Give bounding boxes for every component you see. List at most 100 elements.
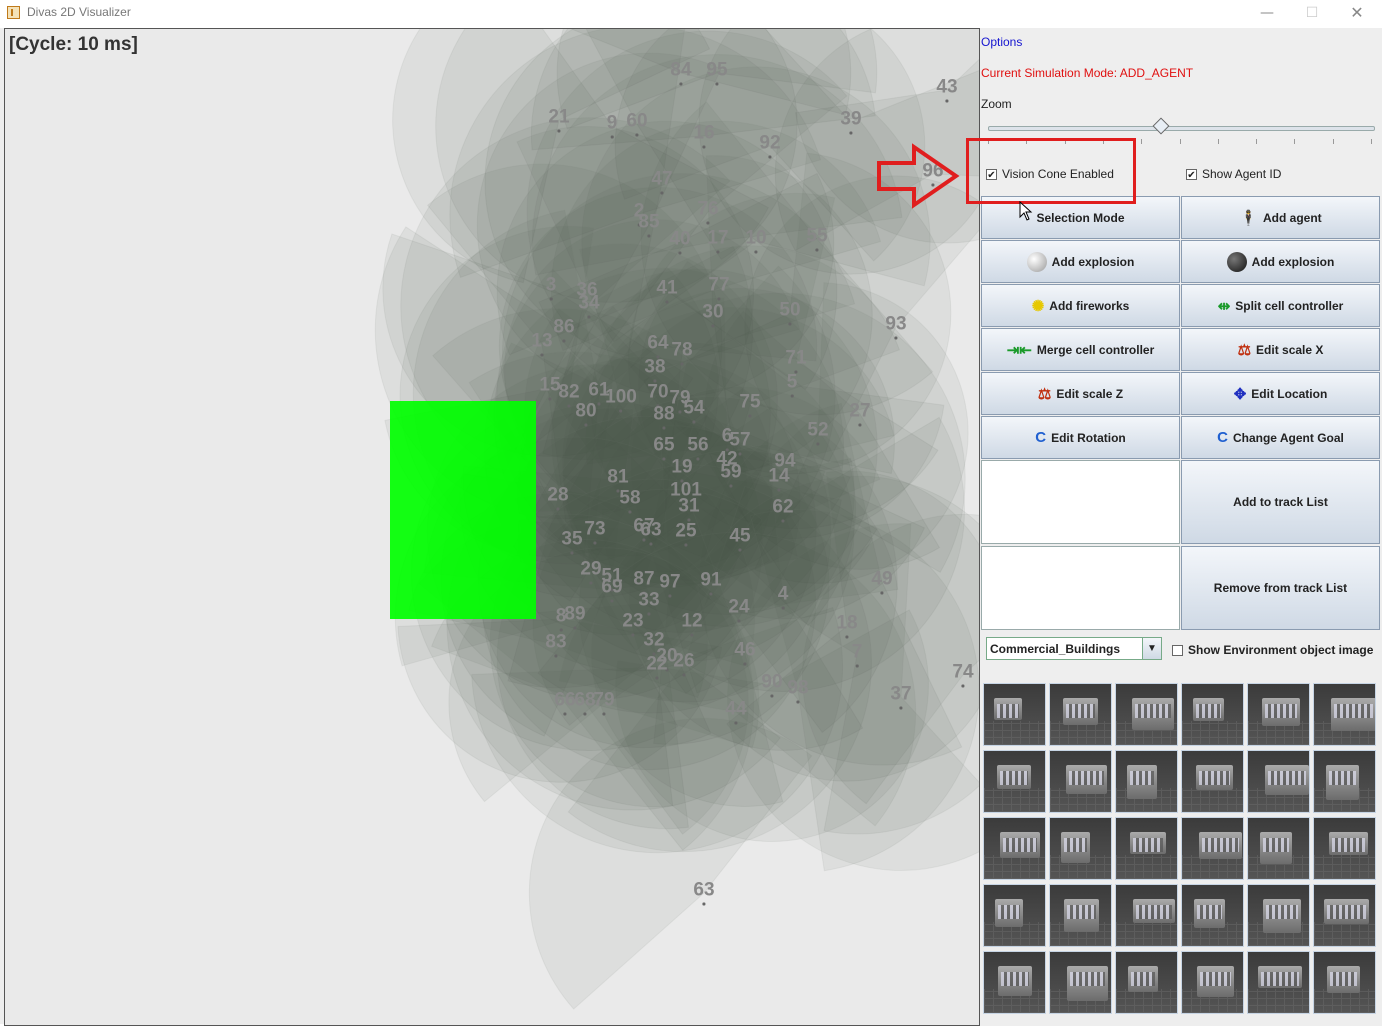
environment-object-green[interactable] — [390, 401, 536, 619]
building-thumbnail[interactable] — [1313, 750, 1376, 813]
agent-marker[interactable]: 86 — [553, 317, 575, 343]
agent-marker[interactable]: 22 — [646, 654, 668, 680]
show-env-image-checkbox[interactable]: Show Environment object image — [1172, 642, 1373, 658]
building-thumbnail[interactable] — [1049, 683, 1112, 746]
agent-marker[interactable]: 84 — [670, 60, 692, 86]
remove-from-track-list-button[interactable]: Remove from track List — [1181, 546, 1380, 630]
agent-marker[interactable]: 7 — [852, 642, 862, 668]
agent-marker[interactable]: 52 — [807, 420, 829, 446]
agent-marker[interactable]: 15 — [539, 375, 561, 401]
agent-marker[interactable]: 64 — [647, 333, 669, 359]
agent-marker[interactable]: 4 — [778, 584, 788, 610]
building-thumbnail[interactable] — [1181, 884, 1244, 947]
agent-marker[interactable]: 91 — [700, 570, 722, 596]
agent-marker[interactable]: 55 — [806, 226, 828, 252]
agent-marker[interactable]: 98 — [787, 678, 809, 704]
agent-marker[interactable]: 18 — [836, 613, 858, 639]
agent-marker[interactable]: 75 — [739, 392, 761, 418]
building-thumbnail[interactable] — [1247, 750, 1310, 813]
agent-marker[interactable]: 80 — [575, 401, 597, 427]
change-agent-goal-button[interactable]: C Change Agent Goal — [1181, 416, 1380, 459]
agent-marker[interactable]: 69 — [601, 577, 623, 603]
add-agent-button[interactable]: 🕴 Add agent — [1181, 196, 1380, 239]
merge-cell-button[interactable]: ⇥⇤ Merge cell controller — [981, 328, 1180, 371]
agent-marker[interactable]: 21 — [548, 107, 570, 133]
agent-marker[interactable]: 3 — [546, 275, 556, 301]
agent-marker[interactable]: 38 — [644, 357, 666, 383]
agent-marker[interactable]: 59 — [720, 462, 742, 488]
agent-marker[interactable]: 30 — [702, 302, 724, 328]
edit-rotation-button[interactable]: C Edit Rotation — [981, 416, 1180, 459]
building-thumbnail[interactable] — [1049, 951, 1112, 1014]
building-thumbnail[interactable] — [1115, 683, 1178, 746]
agent-marker[interactable]: 78 — [671, 340, 693, 366]
agent-marker[interactable]: 39 — [840, 109, 862, 135]
edit-scale-z-button[interactable]: ⚖ Edit scale Z — [981, 372, 1180, 415]
maximize-button[interactable]: ☐ — [1290, 2, 1334, 24]
agent-marker[interactable]: 74 — [952, 662, 974, 688]
building-thumbnail[interactable] — [1247, 951, 1310, 1014]
agent-marker[interactable]: 95 — [706, 60, 728, 86]
agent-marker[interactable]: 93 — [885, 314, 907, 340]
agent-marker[interactable]: 63 — [640, 520, 662, 546]
agent-marker[interactable]: 47 — [651, 169, 673, 195]
building-thumbnail[interactable] — [1049, 884, 1112, 947]
show-env-image-check-icon[interactable] — [1172, 644, 1183, 656]
agent-marker[interactable]: 17 — [707, 228, 729, 254]
agent-marker[interactable]: 90 — [761, 672, 783, 698]
building-thumbnail[interactable] — [1313, 817, 1376, 880]
building-thumbnail[interactable] — [983, 750, 1046, 813]
agent-marker[interactable]: 88 — [653, 404, 675, 430]
building-thumbnail[interactable] — [1181, 951, 1244, 1014]
building-thumbnail[interactable] — [1181, 817, 1244, 880]
building-thumbnail[interactable] — [983, 951, 1046, 1014]
simulation-canvas[interactable]: 84 95 43 21 9 60 16 39 92 96 47 2 85 76 40 17 10 55 3 36 34 4… — [4, 28, 980, 1026]
agent-marker[interactable]: 27 — [849, 401, 871, 427]
close-button[interactable]: ✕ — [1335, 2, 1379, 24]
building-thumbnail[interactable] — [1313, 683, 1376, 746]
building-thumbnail[interactable] — [1115, 951, 1178, 1014]
building-thumbnail[interactable] — [983, 817, 1046, 880]
agent-marker[interactable]: 100 — [605, 387, 637, 413]
add-explosion-button-black[interactable]: Add explosion — [1181, 240, 1380, 283]
building-thumbnail[interactable] — [1049, 817, 1112, 880]
agent-marker[interactable]: 34 — [578, 293, 600, 319]
building-thumbnail[interactable] — [1247, 683, 1310, 746]
agent-marker[interactable]: 5 — [787, 372, 797, 398]
agent-marker[interactable]: 16 — [693, 123, 715, 149]
category-dropdown[interactable]: Commercial_Buildings ▼ — [986, 637, 1162, 660]
agent-marker[interactable]: 62 — [772, 497, 794, 523]
agent-list-box[interactable] — [981, 460, 1180, 544]
agent-marker[interactable]: 25 — [675, 521, 697, 547]
add-to-track-list-button[interactable]: Add to track List — [1181, 460, 1380, 544]
building-thumbnail[interactable] — [1247, 884, 1310, 947]
add-fireworks-button[interactable]: ✺ Add fireworks — [981, 284, 1180, 327]
minimize-button[interactable]: — — [1245, 2, 1289, 24]
agent-marker[interactable]: 10 — [745, 228, 767, 254]
agent-marker[interactable]: 50 — [779, 300, 801, 326]
building-thumbnail[interactable] — [1181, 750, 1244, 813]
agent-marker[interactable]: 92 — [759, 133, 781, 159]
agent-marker[interactable]: 77 — [708, 275, 730, 301]
agent-marker[interactable]: 97 — [659, 572, 681, 598]
building-thumbnail[interactable] — [983, 683, 1046, 746]
split-cell-button[interactable]: ⇹ Split cell controller — [1181, 284, 1380, 327]
building-thumbnail[interactable] — [1313, 951, 1376, 1014]
building-thumbnail[interactable] — [1313, 884, 1376, 947]
agent-marker[interactable]: 58 — [619, 488, 641, 514]
chevron-down-icon[interactable]: ▼ — [1142, 638, 1161, 659]
agent-marker[interactable]: 68 — [574, 690, 596, 716]
agent-marker[interactable]: 43 — [936, 77, 958, 103]
agent-marker[interactable]: 60 — [626, 111, 648, 137]
agent-marker[interactable]: 26 — [673, 651, 695, 677]
agent-marker[interactable]: 13 — [531, 331, 553, 357]
agent-marker[interactable]: 41 — [656, 278, 678, 304]
building-thumbnail[interactable] — [1115, 750, 1178, 813]
agent-marker[interactable]: 9 — [607, 113, 617, 139]
agent-marker[interactable]: 63 — [693, 880, 715, 906]
building-thumbnail[interactable] — [1181, 683, 1244, 746]
agent-marker[interactable]: 14 — [768, 466, 790, 492]
agent-marker[interactable]: 37 — [890, 684, 912, 710]
agent-marker[interactable]: 44 — [725, 699, 747, 725]
show-agent-id-check-icon[interactable]: ✔ — [1186, 168, 1197, 181]
